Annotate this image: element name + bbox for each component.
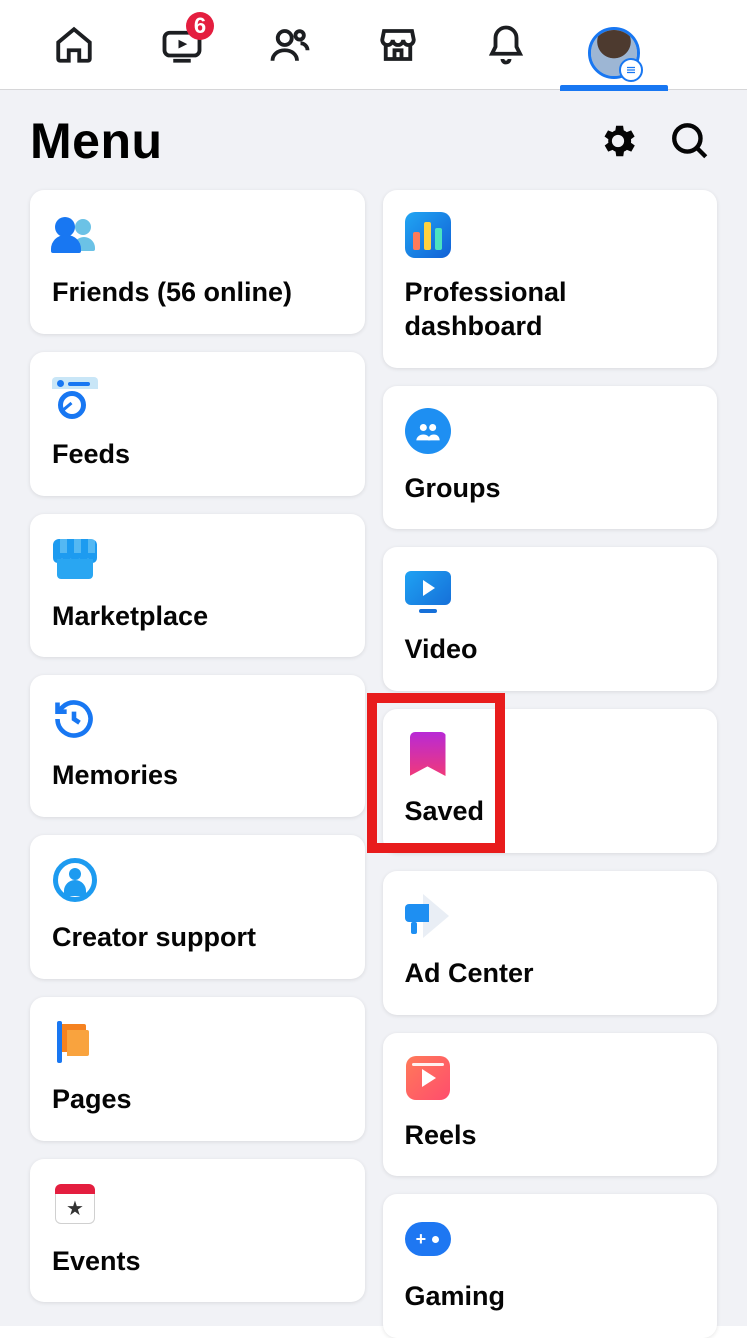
top-nav-bar: 6: [0, 0, 747, 90]
marketplace-tab-icon: [377, 24, 419, 66]
page-title: Menu: [30, 112, 573, 170]
menu-item-events[interactable]: ★ Events: [30, 1159, 365, 1303]
nav-video[interactable]: 6: [128, 0, 236, 90]
menu-item-label: Video: [405, 633, 696, 667]
menu-item-creator-support[interactable]: Creator support: [30, 835, 365, 979]
menu-item-friends[interactable]: Friends (56 online): [30, 190, 365, 334]
saved-icon: [405, 731, 451, 777]
ad-center-icon: [405, 893, 451, 939]
menu-item-label: Ad Center: [405, 957, 696, 991]
creator-support-icon: [52, 857, 98, 903]
bell-icon: [485, 24, 527, 66]
menu-item-label: Marketplace: [52, 600, 343, 634]
gear-icon: [597, 120, 639, 162]
menu-item-label: Pages: [52, 1083, 343, 1117]
menu-item-feeds[interactable]: Feeds: [30, 352, 365, 496]
menu-item-gaming[interactable]: + Gaming: [383, 1194, 718, 1338]
memories-icon: [52, 697, 96, 741]
menu-item-label: Reels: [405, 1119, 696, 1153]
nav-friends[interactable]: [236, 0, 344, 90]
nav-notifications[interactable]: [452, 0, 560, 90]
pro-dashboard-icon: [405, 212, 451, 258]
pages-icon: [52, 1019, 98, 1065]
menu-page: Menu Friends (56 online) Feeds: [0, 90, 747, 1326]
menu-item-pro-dashboard[interactable]: Professional dashboard: [383, 190, 718, 368]
menu-item-groups[interactable]: Groups: [383, 386, 718, 530]
settings-button[interactable]: [591, 114, 645, 168]
nav-home[interactable]: [20, 0, 128, 90]
menu-item-label: Events: [52, 1245, 343, 1279]
video-icon: [405, 569, 451, 615]
menu-item-label: Creator support: [52, 921, 343, 955]
nav-menu-profile[interactable]: [560, 0, 668, 91]
active-tab-indicator: [560, 85, 668, 91]
menu-right-column: Professional dashboard Groups Video: [383, 190, 718, 1338]
nav-marketplace[interactable]: [344, 0, 452, 90]
friends-tab-icon: [269, 24, 311, 66]
menu-item-saved[interactable]: Saved: [383, 709, 718, 853]
menu-item-video[interactable]: Video: [383, 547, 718, 691]
menu-item-pages[interactable]: Pages: [30, 997, 365, 1141]
marketplace-icon: [52, 536, 98, 582]
menu-item-ad-center[interactable]: Ad Center: [383, 871, 718, 1015]
search-icon: [669, 120, 711, 162]
menu-item-label: Professional dashboard: [405, 276, 696, 344]
home-icon: [53, 24, 95, 66]
menu-item-marketplace[interactable]: Marketplace: [30, 514, 365, 658]
menu-item-label: Saved: [405, 795, 696, 829]
friends-icon: [52, 212, 98, 258]
events-icon: ★: [52, 1181, 98, 1227]
reels-icon: [405, 1055, 451, 1101]
menu-header: Menu: [30, 90, 717, 190]
menu-item-label: Groups: [405, 472, 696, 506]
profile-avatar[interactable]: [588, 27, 640, 79]
groups-icon: [405, 408, 451, 454]
menu-overlay-icon: [619, 58, 643, 82]
feeds-icon: [52, 374, 98, 420]
menu-item-label: Feeds: [52, 438, 343, 472]
menu-item-memories[interactable]: Memories: [30, 675, 365, 817]
menu-item-label: Friends (56 online): [52, 276, 343, 310]
search-button[interactable]: [663, 114, 717, 168]
menu-left-column: Friends (56 online) Feeds Marketplace Me…: [30, 190, 365, 1302]
menu-item-reels[interactable]: Reels: [383, 1033, 718, 1177]
menu-item-label: Gaming: [405, 1280, 696, 1314]
video-notification-badge: 6: [186, 12, 214, 40]
menu-grid: Friends (56 online) Feeds Marketplace Me…: [30, 190, 717, 1338]
gaming-icon: +: [405, 1216, 451, 1262]
menu-item-label: Memories: [52, 759, 343, 793]
